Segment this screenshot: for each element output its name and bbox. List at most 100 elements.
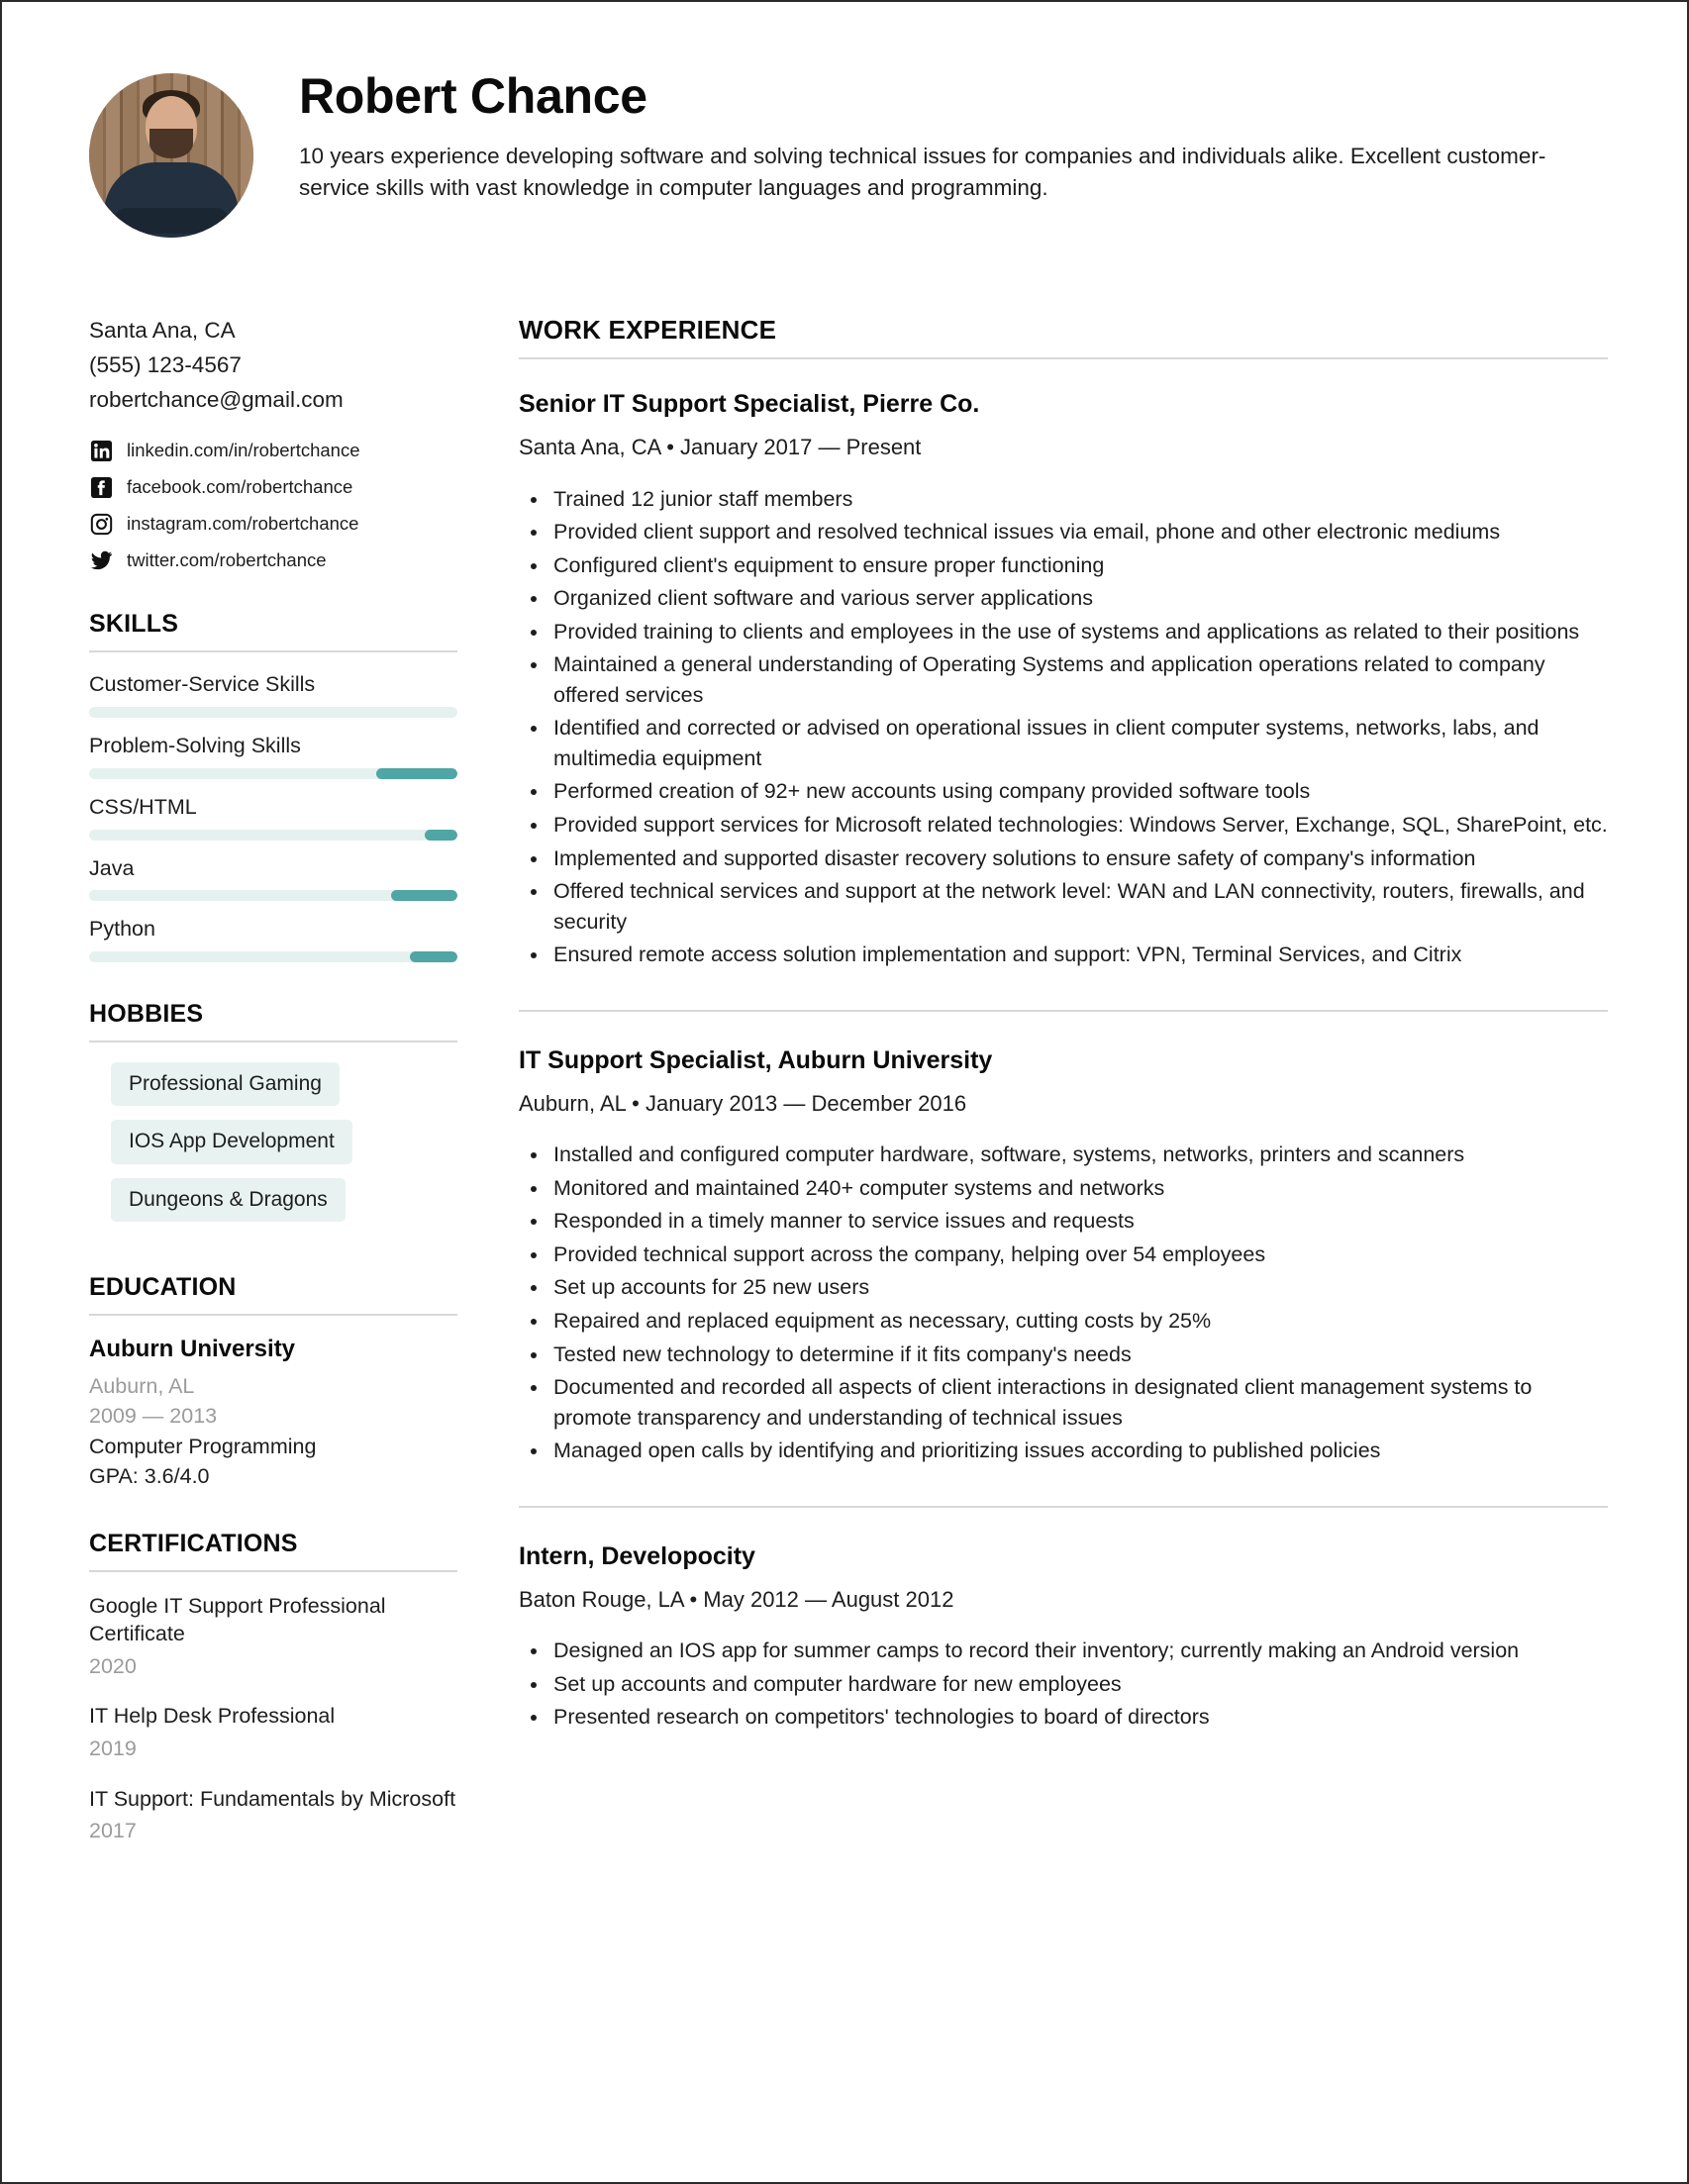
skill-bar-fill bbox=[376, 767, 457, 779]
avatar-arms bbox=[114, 208, 229, 234]
job-bullets: Installed and configured computer hardwa… bbox=[523, 1140, 1608, 1465]
education-school: Auburn University bbox=[89, 1335, 296, 1362]
job-bullet: Identified and corrected or advised on o… bbox=[523, 713, 1608, 773]
linkedin-icon bbox=[89, 439, 113, 462]
social-link-facebook[interactable]: facebook.com/robertchance bbox=[89, 475, 457, 499]
facebook-icon bbox=[89, 475, 113, 499]
job-entry: IT Support Specialist, Auburn University… bbox=[519, 1045, 1608, 1466]
social-link-label: linkedin.com/in/robertchance bbox=[127, 440, 360, 461]
skill-item: Python bbox=[89, 917, 457, 963]
job-bullets: Designed an IOS app for summer camps to … bbox=[523, 1636, 1608, 1733]
certification-name: IT Support: Fundamentals by Microsoft bbox=[89, 1786, 456, 1811]
job-bullet: Responded in a timely manner to service … bbox=[523, 1206, 1608, 1237]
job-bullet: Provided client support and resolved tec… bbox=[523, 517, 1608, 547]
skill-bar-fill bbox=[424, 829, 457, 841]
job-bullet: Provided support services for Microsoft … bbox=[523, 810, 1608, 841]
job-bullet: Trained 12 junior staff members bbox=[523, 484, 1608, 515]
job-bullet: Repaired and replaced equipment as neces… bbox=[523, 1306, 1608, 1337]
job-bullet: Provided technical support across the co… bbox=[523, 1240, 1608, 1270]
job-meta: Santa Ana, CA • January 2017 — Present bbox=[519, 435, 922, 460]
skill-label: Customer-Service Skills bbox=[89, 672, 316, 697]
job-bullet: Managed open calls by identifying and pr… bbox=[523, 1436, 1608, 1466]
skill-item: CSS/HTML bbox=[89, 795, 457, 841]
certifications-divider bbox=[89, 1569, 457, 1572]
social-link-twitter[interactable]: twitter.com/robertchance bbox=[89, 548, 457, 572]
page-title: Robert Chance bbox=[299, 68, 647, 124]
skill-label: Python bbox=[89, 917, 155, 942]
hobbies-heading: HOBBIES bbox=[89, 1000, 204, 1029]
hobby-chip: IOS App Development bbox=[111, 1120, 352, 1164]
twitter-icon bbox=[89, 548, 113, 572]
certifications-section: CERTIFICATIONS Google IT Support Profess… bbox=[89, 1530, 457, 1846]
job-bullet: Designed an IOS app for summer camps to … bbox=[523, 1636, 1608, 1666]
certification-item: Google IT Support Professional Certifica… bbox=[89, 1592, 457, 1682]
job-entry: Intern, Developocity Baton Rouge, LA • M… bbox=[519, 1541, 1608, 1733]
skill-bar bbox=[89, 951, 457, 963]
job-bullet: Provided training to clients and employe… bbox=[523, 617, 1608, 647]
certification-item: IT Help Desk Professional 2019 bbox=[89, 1702, 457, 1763]
social-link-instagram[interactable]: instagram.com/robertchance bbox=[89, 512, 457, 536]
resume-header: Robert Chance 10 years experience develo… bbox=[89, 63, 1608, 259]
hobbies-list: Professional Gaming IOS App Development … bbox=[89, 1062, 457, 1236]
skills-heading: SKILLS bbox=[89, 610, 179, 639]
skill-bar bbox=[89, 707, 457, 719]
header-text-block: Robert Chance 10 years experience develo… bbox=[299, 63, 1608, 204]
skill-label: Problem-Solving Skills bbox=[89, 734, 301, 758]
job-bullet: Ensured remote access solution implement… bbox=[523, 940, 1608, 970]
work-experience-heading: WORK EXPERIENCE bbox=[519, 315, 777, 345]
skill-label: Java bbox=[89, 855, 135, 880]
job-title: Intern, Developocity bbox=[519, 1541, 755, 1570]
skills-divider bbox=[89, 650, 457, 653]
work-experience-section: WORK EXPERIENCE Senior IT Support Specia… bbox=[519, 313, 1608, 1737]
social-link-label: twitter.com/robertchance bbox=[127, 549, 327, 571]
skill-bar bbox=[89, 767, 457, 779]
social-link-linkedin[interactable]: linkedin.com/in/robertchance bbox=[89, 439, 457, 462]
job-bullet: Presented research on competitors' techn… bbox=[523, 1702, 1608, 1733]
job-bullet: Documented and recorded all aspects of c… bbox=[523, 1372, 1608, 1433]
skills-section: SKILLS Customer-Service Skills Problem-S… bbox=[89, 610, 457, 963]
job-bullet: Monitored and maintained 240+ computer s… bbox=[523, 1173, 1608, 1204]
certification-name: IT Help Desk Professional bbox=[89, 1704, 336, 1729]
contact-phone: (555) 123-4567 bbox=[89, 352, 242, 378]
education-heading: EDUCATION bbox=[89, 1272, 237, 1301]
job-bullet: Implemented and supported disaster recov… bbox=[523, 844, 1608, 874]
social-links: linkedin.com/in/robertchance facebook.co… bbox=[89, 439, 457, 572]
skill-bar-fill bbox=[409, 951, 457, 963]
contact-email: robertchance@gmail.com bbox=[89, 387, 344, 413]
hobbies-section: HOBBIES Professional Gaming IOS App Deve… bbox=[89, 1000, 457, 1236]
education-years: 2009 — 2013 bbox=[89, 1404, 218, 1429]
sidebar: Santa Ana, CA (555) 123-4567 robertchanc… bbox=[89, 313, 457, 1867]
contact-location: Santa Ana, CA bbox=[89, 318, 236, 343]
job-bullet: Tested new technology to determine if it… bbox=[523, 1340, 1608, 1370]
education-program: Computer Programming bbox=[89, 1434, 317, 1458]
job-entry: Senior IT Support Specialist, Pierre Co.… bbox=[519, 389, 1608, 970]
certification-item: IT Support: Fundamentals by Microsoft 20… bbox=[89, 1785, 457, 1846]
hobbies-divider bbox=[89, 1041, 457, 1043]
resume-page: Robert Chance 10 years experience develo… bbox=[0, 0, 1689, 2184]
contact-block: Santa Ana, CA (555) 123-4567 robertchanc… bbox=[89, 313, 457, 417]
job-bullet: Maintained a general understanding of Op… bbox=[523, 649, 1608, 710]
job-bullet: Set up accounts for 25 new users bbox=[523, 1272, 1608, 1303]
certification-year: 2019 bbox=[89, 1736, 137, 1760]
social-link-label: facebook.com/robertchance bbox=[127, 476, 353, 498]
skill-bar bbox=[89, 890, 457, 902]
skill-bar bbox=[89, 829, 457, 841]
skill-item: Java bbox=[89, 856, 457, 902]
job-divider bbox=[519, 1009, 1608, 1012]
certifications-heading: CERTIFICATIONS bbox=[89, 1529, 298, 1557]
education-divider bbox=[89, 1313, 457, 1316]
certification-year: 2017 bbox=[89, 1819, 137, 1843]
resume-body: Santa Ana, CA (555) 123-4567 robertchanc… bbox=[89, 313, 1608, 1867]
job-bullet: Installed and configured computer hardwa… bbox=[523, 1140, 1608, 1170]
job-title: Senior IT Support Specialist, Pierre Co. bbox=[519, 390, 980, 418]
education-location: Auburn, AL bbox=[89, 1373, 195, 1398]
avatar-beard bbox=[149, 129, 193, 158]
job-meta: Auburn, AL • January 2013 — December 201… bbox=[519, 1090, 967, 1116]
job-title: IT Support Specialist, Auburn University bbox=[519, 1045, 993, 1074]
certification-name: Google IT Support Professional Certifica… bbox=[89, 1593, 386, 1646]
skill-item: Problem-Solving Skills bbox=[89, 734, 457, 779]
instagram-icon bbox=[89, 512, 113, 536]
hobby-chip: Dungeons & Dragons bbox=[111, 1177, 346, 1222]
hobby-chip: Professional Gaming bbox=[111, 1062, 340, 1107]
education-gpa: GPA: 3.6/4.0 bbox=[89, 1464, 210, 1489]
